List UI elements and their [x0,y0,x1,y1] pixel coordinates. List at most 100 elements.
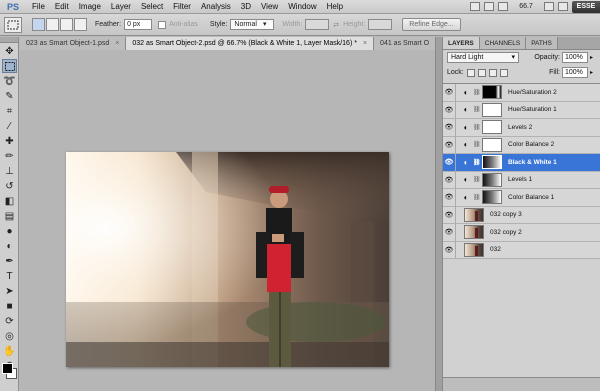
antialias-checkbox[interactable] [158,20,167,29]
foreground-color-swatch[interactable] [2,363,13,374]
gradient-tool-icon[interactable]: ▤ [2,209,17,223]
3d-orbit-icon[interactable]: ◎ [2,329,17,343]
layer-mask-thumbnail[interactable] [482,155,502,170]
adjustment-layer-icon[interactable]: ◐ [459,140,473,149]
fill-arrow-icon[interactable]: ▸ [590,69,596,76]
mask-link-icon[interactable]: ⛓ [473,159,481,166]
opacity-arrow-icon[interactable]: ▸ [590,54,596,61]
layer-mask-thumbnail[interactable] [482,120,502,135]
visibility-eye-icon[interactable]: 👁 [443,83,456,101]
opacity-input[interactable]: 100% [562,52,588,63]
history-brush-icon[interactable]: ↺ [2,179,17,193]
layer-mask-thumbnail[interactable] [482,172,502,187]
pen-tool-icon[interactable]: ✒ [2,254,17,268]
marquee-preset-icon[interactable] [4,16,22,33]
tab-document-2[interactable]: 032 as Smart Object-2.psd @ 66.7% (Black… [126,37,375,50]
menu-analysis[interactable]: Analysis [196,0,236,14]
menu-window[interactable]: Window [283,0,321,14]
layer-row[interactable]: 👁 ◐ ⛓ Hue/Saturation 2 [443,83,600,102]
new-selection-icon[interactable] [32,18,45,31]
visibility-eye-icon[interactable]: 👁 [443,223,456,241]
menu-view[interactable]: View [256,0,283,14]
lasso-tool-icon[interactable]: ➰ [2,74,17,88]
marquee-tool-icon[interactable] [2,59,17,73]
hand-tool-icon[interactable]: ✋ [2,344,17,358]
tab-layers[interactable]: LAYERS [443,37,480,49]
layer-mask-thumbnail[interactable] [482,102,502,117]
canvas-area[interactable] [20,50,435,391]
3d-rotate-icon[interactable]: ⟳ [2,314,17,328]
adjustment-layer-icon[interactable]: ◐ [459,175,473,184]
brush-tool-icon[interactable]: ✏ [2,149,17,163]
visibility-eye-icon[interactable]: 👁 [443,136,456,154]
lock-pixels-icon[interactable] [477,68,486,77]
mask-link-icon[interactable]: ⛓ [473,194,481,201]
visibility-eye-icon[interactable]: 👁 [443,153,456,171]
extras-icon[interactable] [498,2,508,11]
visibility-eye-icon[interactable]: 👁 [443,241,456,259]
move-tool-icon[interactable]: ✥ [2,44,17,58]
menu-image[interactable]: Image [74,0,106,14]
tab-document-3[interactable]: 041 as Smart O [374,37,435,50]
adjustment-layer-icon[interactable]: ◐ [459,88,473,97]
document-image[interactable] [66,152,389,367]
adjustment-layer-icon[interactable]: ◐ [459,105,473,114]
layer-mask-thumbnail[interactable] [482,85,502,100]
visibility-eye-icon[interactable]: 👁 [443,101,456,119]
adjustment-layer-icon[interactable]: ◐ [459,193,473,202]
clone-stamp-icon[interactable]: ⊥ [2,164,17,178]
menu-layer[interactable]: Layer [106,0,136,14]
visibility-eye-icon[interactable]: 👁 [443,188,456,206]
menu-edit[interactable]: Edit [50,0,74,14]
mask-link-icon[interactable]: ⛓ [473,176,481,183]
visibility-eye-icon[interactable]: 👁 [443,206,456,224]
intersect-selection-icon[interactable] [74,18,87,31]
adjustment-layer-icon[interactable]: ◐ [459,158,473,167]
visibility-eye-icon[interactable]: 👁 [443,171,456,189]
menu-filter[interactable]: Filter [168,0,196,14]
type-tool-icon[interactable]: T [2,269,17,283]
bridge-icon[interactable] [470,2,480,11]
workspace-button[interactable]: ESSE [572,0,600,13]
refine-edge-button[interactable]: Refine Edge... [402,18,461,31]
visibility-eye-icon[interactable]: 👁 [443,118,456,136]
fill-input[interactable]: 100% [562,67,588,78]
menu-help[interactable]: Help [322,0,348,14]
layer-thumbnail[interactable] [464,225,484,240]
screen-mode-icon[interactable] [558,2,568,11]
menu-file[interactable]: File [27,0,50,14]
layer-mask-thumbnail[interactable] [482,137,502,152]
panel-collapse-strip[interactable] [435,37,442,391]
path-select-icon[interactable]: ➤ [2,284,17,298]
tab-paths[interactable]: PATHS [526,37,558,49]
eraser-tool-icon[interactable]: ◧ [2,194,17,208]
close-icon[interactable]: × [363,37,367,50]
dodge-tool-icon[interactable]: ◐ [2,239,17,253]
healing-brush-icon[interactable]: ✚ [2,134,17,148]
layer-thumbnail[interactable] [464,207,484,222]
tab-document-1[interactable]: 023 as Smart Object-1.psd × [20,37,127,50]
layer-row[interactable]: 👁 ◐ ⛓ Color Balance 1 [443,188,600,207]
subtract-selection-icon[interactable] [60,18,73,31]
lock-position-icon[interactable] [488,68,497,77]
layer-thumbnail[interactable] [464,242,484,257]
layer-row[interactable]: 👁 ◐ ⛓ Levels 2 [443,118,600,137]
lock-all-icon[interactable] [499,68,508,77]
layer-row[interactable]: 👁 ◐ ⛓ Hue/Saturation 1 [443,101,600,119]
layer-row[interactable]: 👁 ◐ ⛓ Black & White 1 [443,153,600,172]
layer-row[interactable]: 👁 032 copy 3 [443,206,600,224]
layer-mask-thumbnail[interactable] [482,190,502,205]
blend-mode-select[interactable]: Hard Light ▾ [447,52,519,63]
minibridge-icon[interactable] [484,2,494,11]
quick-select-tool-icon[interactable]: ✎ [2,89,17,103]
layer-row[interactable]: 👁 ◐ ⛓ Levels 1 [443,171,600,189]
close-icon[interactable]: × [115,37,119,50]
lock-transparent-icon[interactable] [466,68,475,77]
crop-tool-icon[interactable]: ⌗ [2,104,17,118]
zoom-level[interactable]: 66.7 [512,3,540,10]
arrange-icon[interactable] [544,2,554,11]
blur-tool-icon[interactable]: ● [2,224,17,238]
tools-grip[interactable] [0,37,18,43]
layer-row[interactable]: 👁 ◐ ⛓ Color Balance 2 [443,136,600,154]
eyedropper-tool-icon[interactable]: ⁄ [2,119,17,133]
